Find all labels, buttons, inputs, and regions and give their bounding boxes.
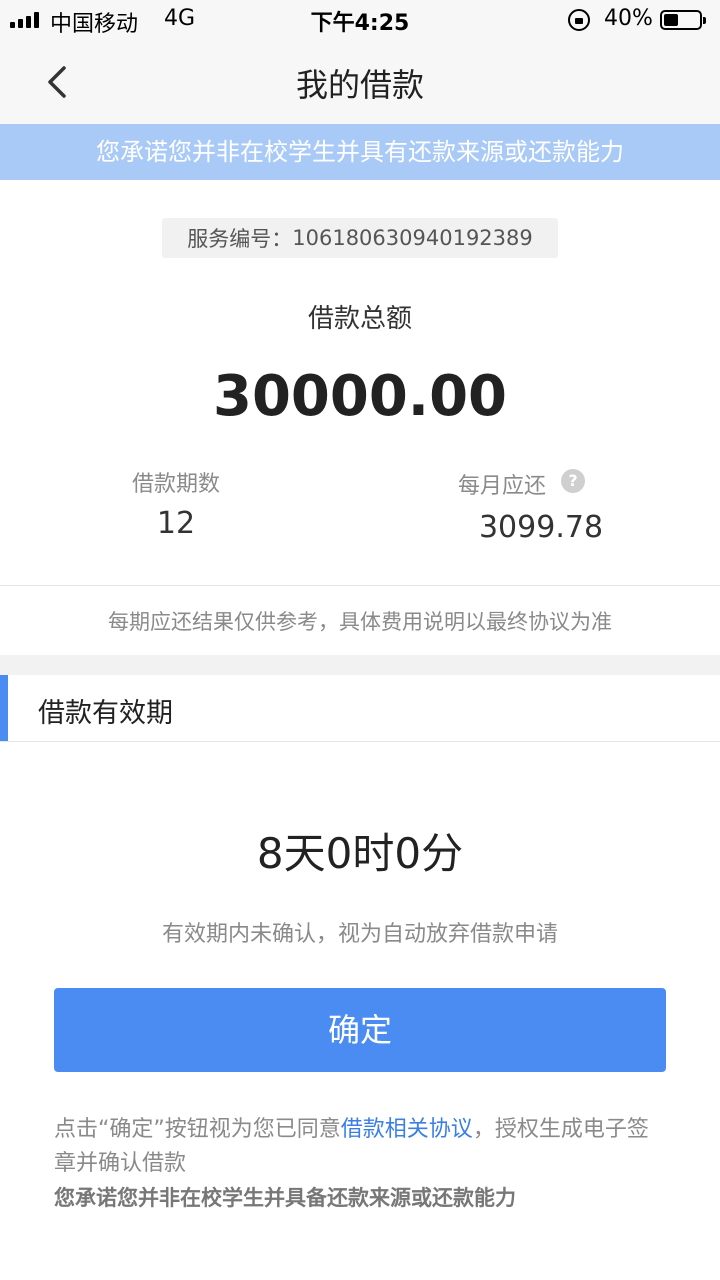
agreement-text: 点击“确定”按钮视为您已同意借款相关协议，授权生成电子签章并确认借款 — [54, 1113, 666, 1181]
validity-section-header: 借款有效期 — [0, 675, 720, 741]
service-number: 服务编号： 1061806309401923​89 — [162, 218, 558, 258]
monthly-payment-value: 3099.78 — [478, 510, 604, 545]
section-spacer — [0, 655, 720, 675]
divider — [0, 585, 720, 586]
loan-detail-screen: 中国移动 4G 下午4:25 40% 我的借款 您承诺您并非在校学生并具有还款来… — [0, 0, 720, 1280]
section-accent-bar — [0, 675, 8, 741]
lock-rotation-icon — [568, 9, 590, 31]
monthly-payment-label: 每月应还 — [458, 474, 547, 499]
validity-countdown: 8天0时0分 — [256, 829, 464, 878]
battery-icon — [660, 10, 706, 30]
loan-total-amount: 30000.00 — [212, 364, 508, 429]
page-title: 我的借款 — [295, 66, 424, 104]
agreement-link[interactable]: 借款相关协议 — [341, 1117, 473, 1142]
divider — [0, 741, 720, 742]
service-number-value: 1061806309401923​89 — [292, 226, 533, 250]
confirm-button[interactable]: 确定 — [54, 988, 666, 1072]
validity-note: 有效期内未确认，视为自动放弃借款申请 — [161, 922, 558, 947]
validity-section-title: 借款有效期 — [38, 698, 173, 729]
agreement-prefix: 点击“确定”按钮视为您已同意 — [54, 1117, 341, 1142]
question-circle-icon[interactable]: ? — [561, 469, 585, 493]
navigation-bar: 我的借款 — [0, 40, 720, 124]
loan-total-label: 借款总额 — [307, 304, 412, 334]
loan-term-label: 借款期数 — [131, 472, 220, 497]
battery-percent: 40% — [604, 6, 653, 31]
loan-term-value: 12 — [156, 506, 196, 541]
status-bar: 中国移动 4G 下午4:25 40% — [0, 0, 720, 40]
commitment-text: 您承诺您并非在校学生并具备还款来源或还款能力 — [54, 1186, 516, 1210]
notice-banner: 您承诺您并非在校学生并具有还款来源或还款能力 — [0, 124, 720, 180]
service-number-label: 服务编号： — [187, 227, 293, 251]
reference-note: 每期应还结果仅供参考，具体费用说明以最终协议为准 — [108, 610, 612, 634]
